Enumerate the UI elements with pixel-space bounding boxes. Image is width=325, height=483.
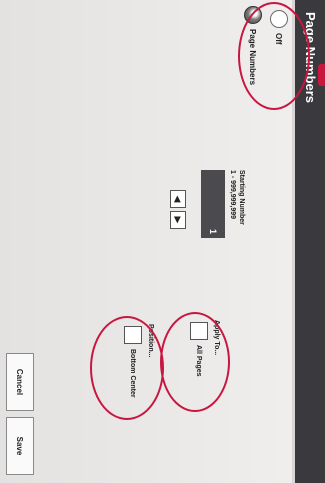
dialog-actions: Cancel Save bbox=[6, 353, 34, 475]
dialog-body: Off Page Numbers Starting Number 1 - 999… bbox=[0, 0, 310, 483]
starting-number-range: 1 - 999,999,999 bbox=[229, 170, 236, 220]
decrement-button[interactable]: ◀ bbox=[170, 190, 186, 208]
starting-number-group: Starting Number 1 - 999,999,999 1 bbox=[201, 170, 246, 250]
annotation-oval-position bbox=[90, 316, 164, 420]
annotation-oval-apply-to bbox=[160, 312, 230, 412]
increment-button[interactable]: ▶ bbox=[170, 211, 186, 229]
starting-number-label: Starting Number bbox=[238, 170, 245, 225]
save-button[interactable]: Save bbox=[6, 417, 34, 475]
page-numbers-dialog: Page Numbers Off Page Numbers Starting N… bbox=[0, 0, 325, 483]
annotation-oval-page-numbers bbox=[238, 2, 310, 110]
starting-number-field[interactable]: 1 bbox=[201, 170, 225, 238]
starting-number-stepper: ◀ ▶ bbox=[170, 190, 186, 229]
red-edge-mark bbox=[318, 64, 325, 86]
cancel-button[interactable]: Cancel bbox=[6, 353, 34, 411]
